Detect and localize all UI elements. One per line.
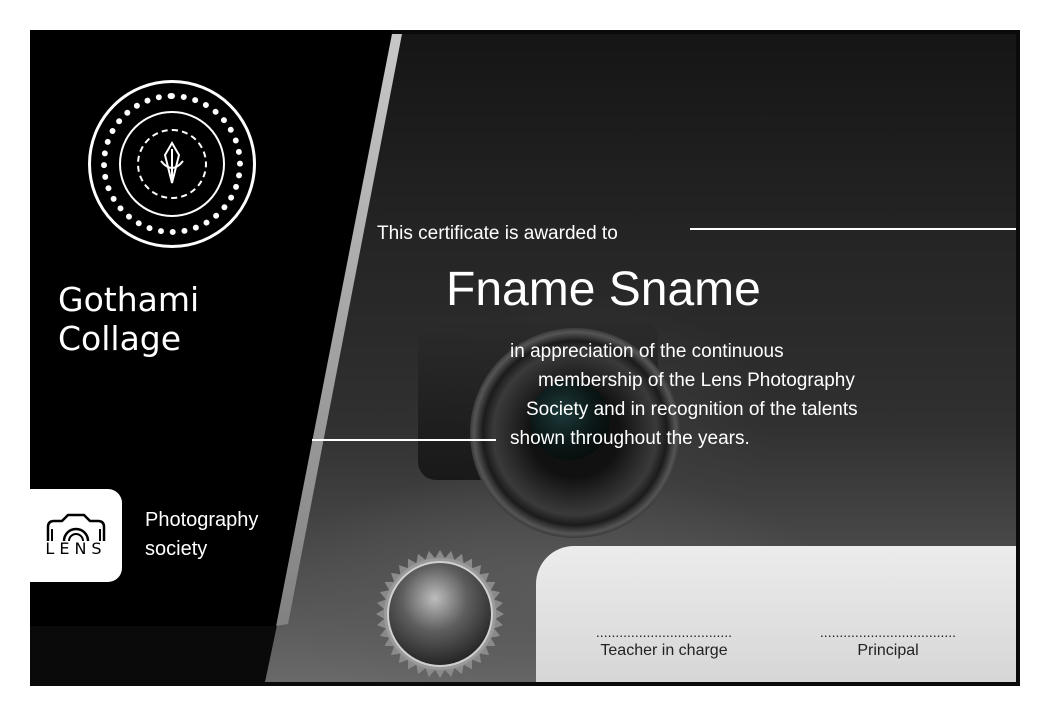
signature-line: ................................... — [819, 624, 957, 640]
signature-panel: ................................... Teac… — [536, 546, 1016, 682]
principal-label: Principal — [857, 642, 919, 659]
college-name: Gothami Collage — [58, 280, 200, 358]
awarded-text: This certificate is awarded to — [377, 223, 618, 244]
society-label: Photography society — [145, 509, 259, 560]
principal-signature: ................................... Prin… — [808, 624, 968, 660]
certificate: Gothami Collage LENS Photography society… — [30, 30, 1020, 686]
appreciation-line: in appreciation of the continuous — [510, 341, 784, 362]
recipient-name: Fname Sname — [446, 263, 761, 316]
teacher-signature: ................................... Teac… — [584, 624, 744, 660]
college-logo — [88, 80, 256, 248]
appreciation-line: Society and in recognition of the talent… — [526, 399, 858, 420]
appreciation-line: membership of the Lens Photography — [538, 370, 855, 391]
lens-wordmark: LENS — [45, 539, 107, 558]
divider-line — [690, 228, 1016, 230]
lens-badge: LENS — [30, 489, 122, 582]
teacher-label: Teacher in charge — [600, 642, 728, 659]
lamp-emblem-icon — [160, 141, 184, 184]
seal-icon — [376, 550, 504, 678]
signature-line: ................................... — [595, 624, 733, 640]
appreciation-line: shown throughout the years. — [510, 428, 750, 449]
divider-line — [312, 439, 496, 441]
